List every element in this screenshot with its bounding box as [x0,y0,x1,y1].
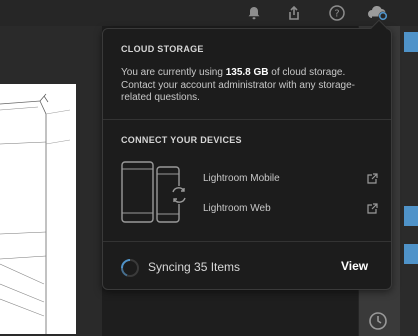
bell-icon[interactable] [243,2,265,24]
top-toolbar: ? [0,0,418,26]
document-canvas [0,84,76,334]
devices-illustration [121,161,191,230]
divider [103,241,391,242]
help-icon[interactable]: ? [326,2,348,24]
usage-text-before: You are currently using [121,67,226,78]
accent-tab[interactable] [404,206,418,226]
divider [103,119,391,120]
accent-tab[interactable] [404,244,418,264]
cloud-storage-popover: CLOUD STORAGE You are currently using 13… [102,19,392,290]
view-button[interactable]: View [339,257,370,275]
lightroom-web-link[interactable]: Lightroom Web [203,201,378,217]
side-edge [400,26,418,336]
accent-tab[interactable] [404,32,418,52]
storage-amount: 135.8 GB [225,67,269,78]
sync-status-label: Syncing 35 Items [148,260,241,274]
sync-status-row: Syncing 35 Items View [103,247,391,287]
external-link-icon [366,202,378,220]
share-icon[interactable] [283,2,305,24]
history-icon[interactable] [367,310,389,336]
app-window: ? CLOUD STORAGE You are currently using … [0,0,418,336]
canvas-area [0,26,102,336]
lightroom-mobile-link[interactable]: Lightroom Mobile [203,171,378,187]
sketch-drawing [0,93,71,334]
connect-devices-title: CONNECT YOUR DEVICES [121,135,242,145]
lightroom-web-label: Lightroom Web [203,203,271,214]
cloud-storage-title: CLOUD STORAGE [121,44,204,54]
sync-spinner-icon [120,258,140,283]
svg-text:?: ? [334,9,339,20]
cloud-storage-description: You are currently using 135.8 GB of clou… [121,67,371,105]
lightroom-mobile-label: Lightroom Mobile [203,173,280,184]
external-link-icon [366,172,378,190]
